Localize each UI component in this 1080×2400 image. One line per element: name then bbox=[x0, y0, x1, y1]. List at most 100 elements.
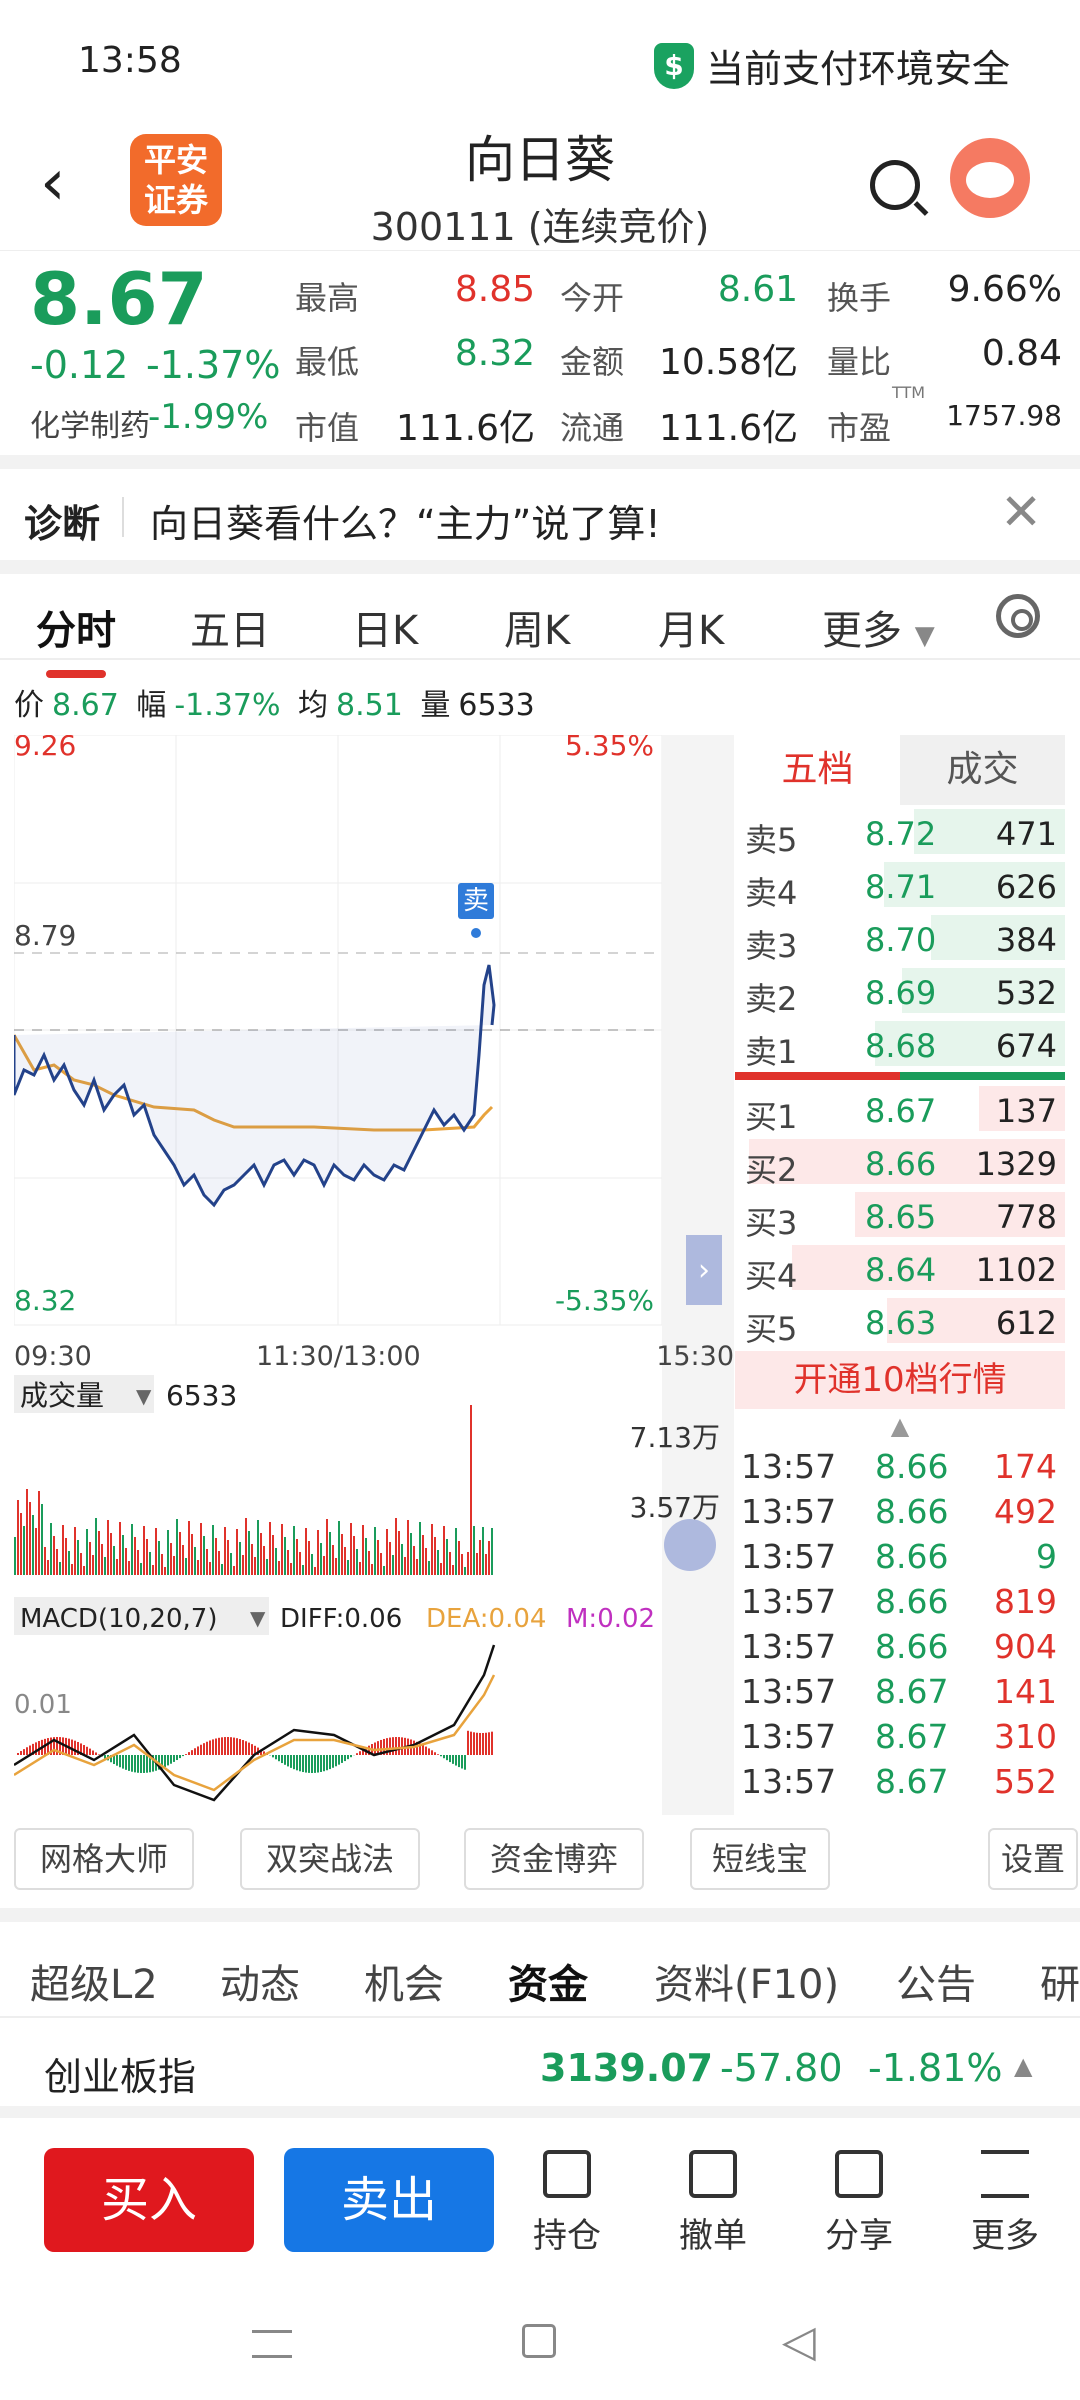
order-book: 五档 成交 卖5 8.72 471 卖4 8.71 626 卖3 8.70 384 卖2 8.69 5… bbox=[735, 735, 1065, 1803]
home-icon[interactable] bbox=[522, 2324, 556, 2358]
short-line-button[interactable]: 短线宝 bbox=[690, 1828, 830, 1890]
volume-bar bbox=[155, 1528, 157, 1575]
double-breakout-button[interactable]: 双突战法 bbox=[240, 1828, 420, 1890]
volume-bar bbox=[14, 1537, 16, 1575]
volume-bar bbox=[317, 1530, 319, 1575]
sell-level-row[interactable]: 卖4 8.71 626 bbox=[735, 858, 1065, 912]
macd-bar bbox=[359, 1751, 361, 1755]
grid-master-button[interactable]: 网格大师 bbox=[14, 1828, 194, 1890]
share-button[interactable]: 分享 bbox=[804, 2150, 914, 2257]
shield-icon: $ bbox=[653, 42, 694, 89]
sell-level-row[interactable]: 卖2 8.69 532 bbox=[735, 964, 1065, 1018]
stat-value: 9.66% bbox=[947, 269, 1062, 310]
buy-level-row[interactable]: 买2 8.66 1329 bbox=[735, 1135, 1065, 1189]
more-button[interactable]: 更多 bbox=[950, 2150, 1060, 2257]
macd-bar bbox=[296, 1755, 298, 1771]
volume-bar bbox=[44, 1547, 46, 1575]
vol-mid-label: 3.57万 bbox=[630, 1491, 720, 1524]
diagnosis-banner[interactable]: 诊断 向日葵看什么？“主力”说了算! ✕ bbox=[0, 455, 1080, 550]
tab-weekly-k[interactable]: 周K bbox=[504, 598, 570, 656]
holdings-button[interactable]: 持仓 bbox=[512, 2150, 622, 2257]
macd-bar bbox=[350, 1755, 352, 1758]
tab-capital[interactable]: 资金 bbox=[508, 1952, 588, 2010]
gear-icon[interactable] bbox=[996, 594, 1040, 638]
sell-level-row[interactable]: 卖3 8.70 384 bbox=[735, 911, 1065, 965]
volume-label[interactable]: 成交量 bbox=[20, 1379, 104, 1412]
menu-icon[interactable] bbox=[252, 2330, 292, 2358]
macd-bar bbox=[119, 1755, 121, 1768]
volume-bar bbox=[350, 1523, 352, 1575]
volume-bar bbox=[53, 1536, 55, 1575]
tab-level2[interactable]: 超级L2 bbox=[30, 1952, 158, 2010]
buy-level-row[interactable]: 买1 8.67 137 bbox=[735, 1082, 1065, 1136]
capital-game-button[interactable]: 资金博弈 bbox=[464, 1828, 644, 1890]
macd-bar bbox=[89, 1748, 91, 1755]
macd-bar bbox=[401, 1737, 403, 1755]
buy-level-row[interactable]: 买5 8.63 612 bbox=[735, 1294, 1065, 1348]
tab-f10[interactable]: 资料(F10) bbox=[654, 1952, 839, 2010]
vol-label: 量 bbox=[420, 688, 451, 723]
volume-bar bbox=[473, 1526, 475, 1575]
open-10-levels-button[interactable]: 开通10档行情 bbox=[735, 1351, 1065, 1409]
macd-bar bbox=[212, 1739, 214, 1755]
trade-tick-row: 13:57 8.66 174 bbox=[735, 1443, 1065, 1488]
chart-svg: 9.26 5.35% 8.79 8.32 -5.35% 卖 › 09:30 11… bbox=[12, 729, 734, 1815]
macd-bar bbox=[326, 1755, 328, 1771]
tab-trades[interactable]: 成交 bbox=[900, 735, 1065, 805]
volume-bar bbox=[398, 1531, 400, 1575]
cancel-order-button[interactable]: 撤单 bbox=[658, 2150, 768, 2257]
trade-tick-row: 13:57 8.67 310 bbox=[735, 1713, 1065, 1758]
volume-bar bbox=[215, 1538, 217, 1575]
volume-bar bbox=[80, 1553, 82, 1575]
stat-label: 市盈 bbox=[827, 409, 892, 447]
volume-bar bbox=[149, 1552, 151, 1575]
back-nav-icon[interactable]: ◁ bbox=[782, 2316, 816, 2367]
volume-bar bbox=[281, 1524, 283, 1575]
buy-button[interactable]: 买入 bbox=[44, 2148, 254, 2252]
tab-five-levels[interactable]: 五档 bbox=[735, 735, 900, 805]
index-change: -57.80 bbox=[720, 2046, 843, 2090]
chevron-up-icon[interactable]: ▲ bbox=[1014, 2052, 1032, 2080]
diagnosis-message[interactable]: 向日葵看什么？“主力”说了算! bbox=[150, 493, 661, 548]
tab-opportunity[interactable]: 机会 bbox=[364, 1952, 444, 2010]
macd-bar bbox=[182, 1755, 184, 1757]
close-icon[interactable]: ✕ bbox=[1000, 483, 1042, 541]
volume-bar bbox=[77, 1540, 79, 1575]
tab-more[interactable]: 更多 ▼ bbox=[822, 598, 935, 656]
tab-five-day[interactable]: 五日 bbox=[190, 598, 270, 656]
macd-bar bbox=[197, 1746, 199, 1755]
macd-bar bbox=[485, 1732, 487, 1755]
level-name: 卖1 bbox=[745, 1033, 798, 1071]
volume-bar bbox=[74, 1527, 76, 1575]
macd-bar bbox=[188, 1752, 190, 1755]
stat-value: 8.61 bbox=[717, 269, 798, 310]
chevron-up-icon[interactable]: ▲ bbox=[735, 1409, 1065, 1443]
buy-level-row[interactable]: 买3 8.65 778 bbox=[735, 1188, 1065, 1242]
sell-level-row[interactable]: 卖5 8.72 471 bbox=[735, 805, 1065, 859]
tab-announcements[interactable]: 公告 bbox=[896, 1952, 976, 2010]
volume-bar bbox=[161, 1554, 163, 1575]
macd-label[interactable]: MACD(10,20,7) bbox=[20, 1604, 217, 1634]
tab-more-label: 更多 bbox=[822, 608, 902, 654]
level-name: 卖3 bbox=[745, 927, 798, 965]
assistant-avatar-icon[interactable] bbox=[950, 138, 1030, 218]
tab-daily-k[interactable]: 日K bbox=[352, 598, 418, 656]
search-icon[interactable] bbox=[870, 160, 920, 210]
index-ticker[interactable]: 创业板指 3139.07 -57.80 -1.81% ▲ bbox=[0, 2018, 1080, 2118]
volume-bar bbox=[326, 1519, 328, 1575]
tab-news[interactable]: 动态 bbox=[220, 1952, 300, 2010]
settings-button[interactable]: 设置 bbox=[988, 1828, 1078, 1890]
tab-intraday[interactable]: 分时 bbox=[36, 598, 116, 678]
document-icon bbox=[543, 2150, 591, 2198]
macd-bar bbox=[17, 1753, 19, 1755]
tab-monthly-k[interactable]: 月K bbox=[658, 598, 724, 656]
fullscreen-icon[interactable] bbox=[664, 1519, 716, 1571]
industry-name[interactable]: 化学制药 bbox=[30, 401, 150, 445]
sell-button[interactable]: 卖出 bbox=[284, 2148, 494, 2252]
volume-bar bbox=[116, 1559, 118, 1575]
buy-level-row[interactable]: 买4 8.64 1102 bbox=[735, 1241, 1065, 1295]
sell-level-row[interactable]: 卖1 8.68 674 bbox=[735, 1017, 1065, 1071]
intraday-chart[interactable]: 9.26 5.35% 8.79 8.32 -5.35% 卖 › 09:30 11… bbox=[12, 729, 734, 1815]
tab-research[interactable]: 研 bbox=[1040, 1952, 1080, 2010]
level-vol: 674 bbox=[995, 1027, 1057, 1065]
